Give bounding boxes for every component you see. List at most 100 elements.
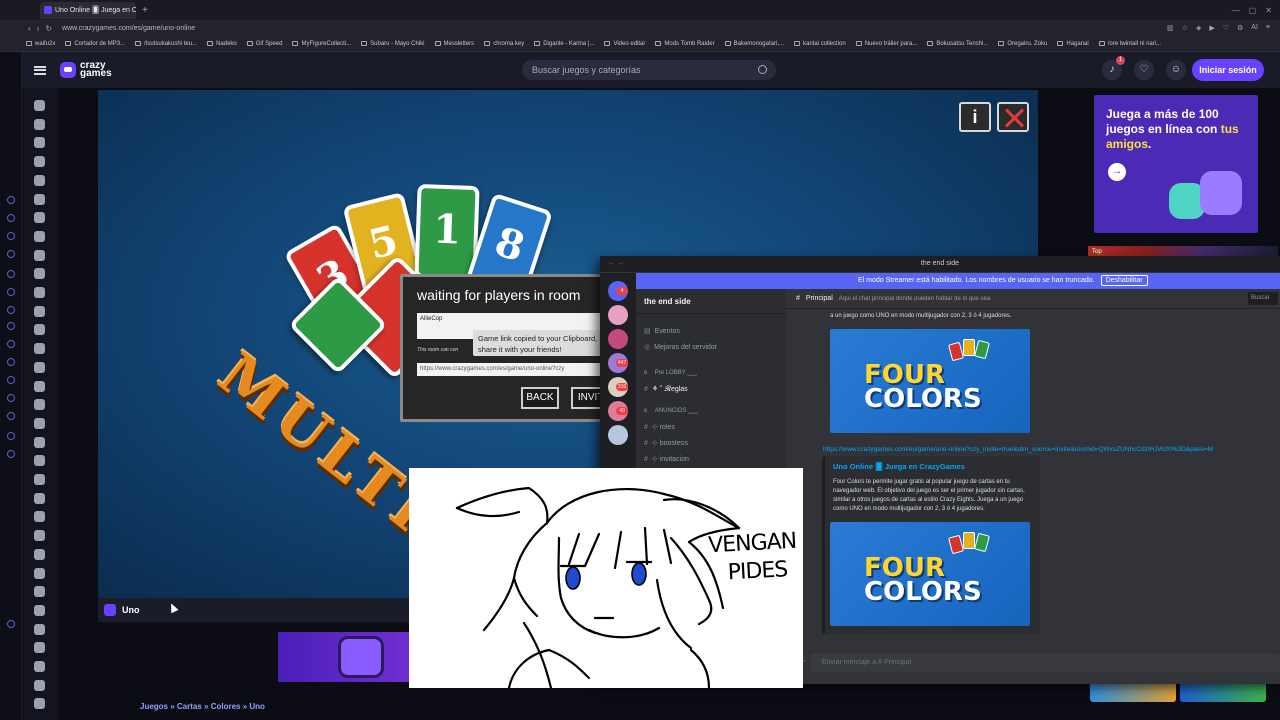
extension-icon[interactable] [7,306,15,314]
category-icon[interactable] [34,492,45,504]
bookmark-item[interactable]: /ore twintail ni nari... [1098,41,1161,47]
category-icon[interactable] [34,679,45,691]
game-thumbnail[interactable] [1180,682,1266,702]
extension-icon[interactable] [7,394,15,402]
arrow-right-icon[interactable]: → [1108,163,1126,181]
category-icon[interactable] [34,100,45,111]
promo-banner[interactable] [278,632,410,682]
new-tab-button[interactable]: + [142,5,148,16]
bookmark-item[interactable]: kantai collection [794,41,846,47]
breadcrumb[interactable]: Juegos » Cartas » Colores » Uno [140,702,265,711]
info-button[interactable]: i [959,102,991,132]
disable-streamer-button[interactable]: Deshabilitar [1100,275,1148,286]
split-view-icon[interactable]: ▥ [1167,24,1174,32]
category-icon[interactable] [34,268,45,280]
message-input[interactable]: Enviar mensaje a #·Principal [810,654,1280,672]
server-avatar[interactable] [608,329,628,349]
category-icon[interactable] [34,174,45,186]
category-icon[interactable] [34,137,45,149]
reload-icon[interactable]: ↻ [45,24,52,33]
embed-image[interactable]: FOUR COLORS [830,522,1030,626]
bookmark-item[interactable]: MyFigureCollecti... [292,41,351,47]
category-icon[interactable] [34,361,45,373]
extension-icon[interactable] [7,232,15,240]
category-icon[interactable] [34,511,45,523]
bookmark-item[interactable]: Nuevo tráiler para... [855,41,917,47]
category-icon[interactable] [34,436,45,448]
extensions-icon[interactable]: ⚙ [1237,24,1243,32]
category-icon[interactable] [34,698,45,710]
invite-link[interactable]: https://www.crazygames.com/es/game/uno-o… [823,446,1213,453]
hamburger-menu-icon[interactable] [34,65,46,75]
category-icon[interactable] [34,417,45,429]
heart-icon[interactable]: ♡ [1223,24,1229,32]
forward-arrow-icon[interactable]: › [37,24,40,33]
bookmark-item[interactable]: Bokusatsu Tenshi... [927,41,988,47]
category-icon[interactable] [34,380,45,392]
extension-icon[interactable] [7,432,15,440]
category-icon[interactable] [34,118,45,130]
category-icon[interactable] [34,567,45,579]
game-thumbnail[interactable] [1090,682,1176,702]
mute-icon[interactable] [997,102,1029,132]
extension-icon[interactable] [7,196,15,204]
room-url-field[interactable]: https://www.crazygames.com/es/game/uno-o… [417,363,607,376]
embed-title[interactable]: Uno Online 🂠 Juega en CrazyGames [833,462,965,471]
category-icon[interactable] [34,530,45,542]
channel-boosts[interactable]: ◎ Mejoras del servidor [644,343,717,351]
category-lobby[interactable]: ʚ ⠀ Pre LOBBY ‿‿ [644,369,697,376]
back-button[interactable]: BACK [521,387,559,409]
bookmark-item[interactable]: Nadeko [207,41,237,47]
bookmark-item[interactable]: Messletters [434,41,474,47]
bookmark-icon[interactable]: ☆ [1182,24,1188,32]
bookmark-item[interactable]: Bakemonogatari,... [724,41,784,47]
category-icon[interactable] [34,474,45,485]
bookmark-item[interactable]: Gif Speed [246,41,282,47]
server-avatar[interactable] [608,425,628,445]
bookmark-item[interactable]: Subaru - Mayo Chiki [361,41,425,47]
category-icon[interactable] [34,212,45,224]
maximize-icon[interactable]: ▢ [1249,6,1257,15]
extension-icon[interactable] [7,412,15,420]
shield-icon[interactable]: ◈ [1196,24,1201,32]
category-icon[interactable] [34,287,45,298]
category-icon[interactable] [34,642,45,654]
back-arrow-icon[interactable]: ‹ [28,24,31,33]
address-bar[interactable]: www.crazygames.com/es/game/uno-online [62,25,195,32]
bookmark-item[interactable]: Diganle - Karina |... [534,41,594,47]
channel-roles[interactable]: # ⊹ roles [644,423,675,431]
bookmark-item[interactable]: waifu2x [26,41,55,47]
channel-events[interactable]: ▤ Eventos [644,327,680,335]
bookmark-item[interactable]: Video editar [604,41,645,47]
extension-icon[interactable] [7,288,15,296]
category-icon[interactable] [34,156,45,168]
guild-name[interactable]: the end side [644,297,691,306]
friends-promo-card[interactable]: Juega a más de 100 juegos en línea con t… [1094,95,1258,233]
extension-icon[interactable] [7,376,15,384]
nav-arrows-icon[interactable]: ← → [608,256,624,272]
minimize-icon[interactable]: — [1232,6,1240,15]
bookmark-item[interactable]: Oregairu. Zoku [998,41,1047,47]
category-icon[interactable] [34,399,45,411]
bookmark-item[interactable]: Mods Tomb Raider [655,41,715,47]
menu-icon[interactable]: ≡ [1266,24,1270,32]
extension-icon[interactable] [7,270,15,278]
category-icon[interactable] [34,324,45,336]
extension-icon[interactable] [7,450,15,458]
extension-icon[interactable] [7,620,15,628]
extension-icon[interactable] [7,322,15,330]
heart-icon[interactable]: ♡ [1134,60,1154,80]
search-input[interactable]: Buscar [1248,292,1278,305]
login-button[interactable]: Iniciar sesión [1192,59,1264,81]
category-icon[interactable] [34,548,45,560]
bookmark-item[interactable]: /tsutsukakushi teu... [135,41,197,47]
category-anuncios[interactable]: ʚ ⠀ ANUNCIOS ‿‿ [644,407,698,414]
bell-icon[interactable]: ♪ 1 [1102,56,1125,80]
bookmark-item[interactable]: chroma key [484,41,524,47]
category-icon[interactable] [34,230,45,242]
extension-icon[interactable] [7,214,15,222]
extension-icon[interactable] [7,250,15,258]
browser-tab-active[interactable]: Uno Online 🂠 Juega en Cr... [40,1,136,19]
channel-boosteos[interactable]: # ⊹ boosteos [644,439,688,447]
category-icon[interactable] [34,193,45,205]
